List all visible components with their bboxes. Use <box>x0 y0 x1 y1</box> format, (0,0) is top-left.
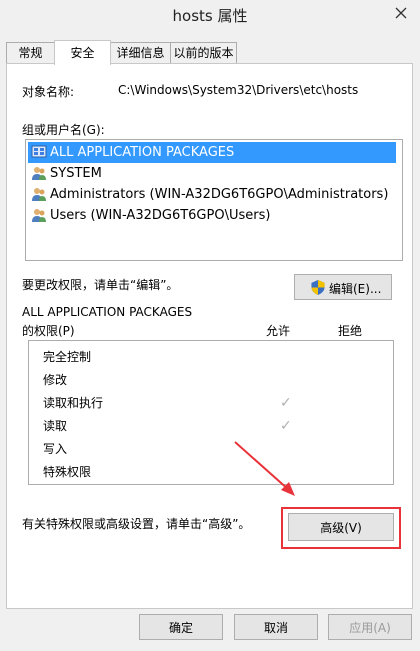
edit-hint: 要更改权限，请单击“编辑”。 <box>22 278 179 292</box>
permission-row: 读取和执行 ✓ <box>29 392 391 415</box>
window-title: hosts 属性 <box>172 7 248 25</box>
permission-label: 修改 <box>43 373 68 387</box>
advanced-button[interactable]: 高级(V) <box>288 513 394 541</box>
list-item[interactable]: SYSTEM <box>28 163 396 184</box>
users-group-icon <box>32 209 46 222</box>
permission-row: 完全控制 <box>29 346 391 369</box>
title-bar: hosts 属性 <box>0 0 420 31</box>
edit-button-label: 编辑(E)... <box>329 282 382 296</box>
permission-row: 修改 <box>29 369 391 392</box>
allow-check-icon: ✓ <box>280 395 292 411</box>
app-packages-icon <box>31 145 47 158</box>
groups-label: 组或用户名(G): <box>22 123 105 137</box>
deny-column-header: 拒绝 <box>338 324 363 338</box>
list-item-label: SYSTEM <box>50 166 102 181</box>
list-item[interactable]: Users (WIN-A32DG6T6GPO\Users) <box>28 205 396 226</box>
permission-label: 特殊权限 <box>43 465 92 479</box>
ok-button[interactable]: 确定 <box>139 614 223 640</box>
permission-row: 读取 ✓ <box>29 415 391 438</box>
list-item[interactable]: ALL APPLICATION PACKAGES <box>28 142 396 163</box>
object-name-label: 对象名称: <box>22 85 75 99</box>
apply-button[interactable]: 应用(A) <box>328 614 412 640</box>
permissions-list: 完全控制 修改 读取和执行 ✓ 读取 ✓ 写入 特殊权限 <box>28 340 394 485</box>
users-group-icon <box>32 188 46 201</box>
tab-previous-versions[interactable]: 以前的版本 <box>170 42 237 63</box>
tab-general[interactable]: 常规 <box>6 42 55 63</box>
annotation-arrow-icon <box>234 441 295 496</box>
permission-label: 读取和执行 <box>43 396 104 410</box>
close-icon <box>395 7 407 18</box>
list-item-label: Administrators (WIN-A32DG6T6GPO\Administ… <box>50 187 389 202</box>
list-item-label: Users (WIN-A32DG6T6GPO\Users) <box>50 208 271 223</box>
list-item-label: ALL APPLICATION PACKAGES <box>50 145 235 160</box>
close-button[interactable] <box>390 4 412 24</box>
groups-listbox[interactable]: ALL APPLICATION PACKAGES SYSTEM Administ… <box>25 139 403 261</box>
permission-label: 完全控制 <box>43 350 92 364</box>
permission-row: 特殊权限 <box>29 461 391 484</box>
cancel-button[interactable]: 取消 <box>234 614 318 640</box>
object-name-value: C:\Windows\System32\Drivers\etc\hosts <box>118 83 359 97</box>
tab-security[interactable]: 安全 <box>54 40 111 65</box>
uac-shield-icon <box>311 280 325 295</box>
users-group-icon <box>32 167 46 180</box>
tab-details[interactable]: 详细信息 <box>110 42 171 63</box>
allow-check-icon: ✓ <box>280 418 292 434</box>
edit-button[interactable]: 编辑(E)... <box>294 274 392 300</box>
permissions-subtitle: 的权限(P) <box>22 324 75 338</box>
list-item[interactable]: Administrators (WIN-A32DG6T6GPO\Administ… <box>28 184 396 205</box>
security-panel: 对象名称: C:\Windows\System32\Drivers\etc\ho… <box>6 63 413 609</box>
advanced-hint: 有关特殊权限或高级设置，请单击“高级”。 <box>22 517 251 531</box>
permission-row: 写入 <box>29 438 391 461</box>
permissions-title: ALL APPLICATION PACKAGES <box>22 305 193 319</box>
allow-column-header: 允许 <box>266 324 291 338</box>
permission-label: 读取 <box>43 419 68 433</box>
permission-label: 写入 <box>43 442 68 456</box>
